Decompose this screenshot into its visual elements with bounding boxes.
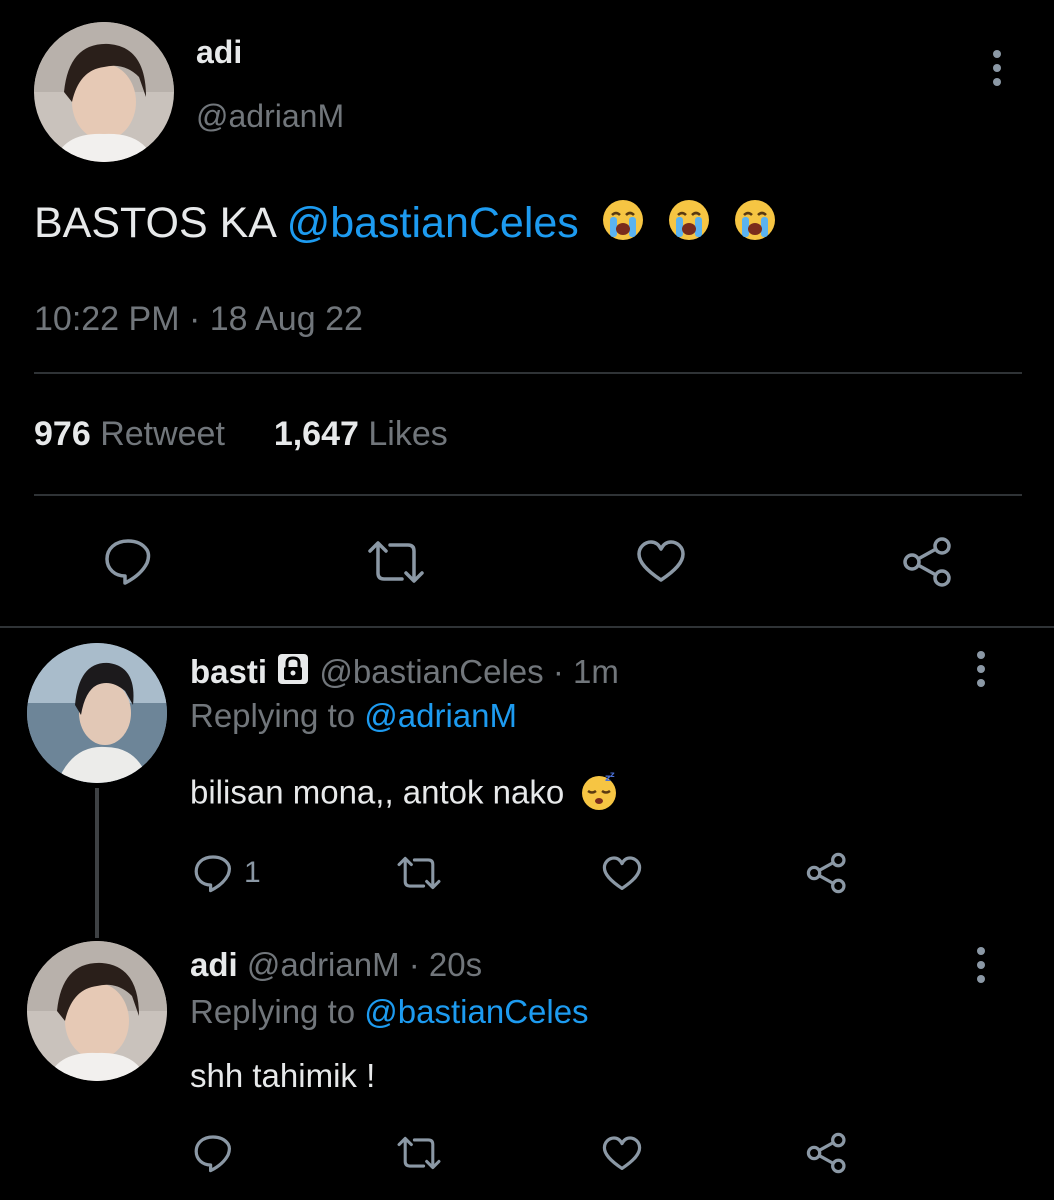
heart-icon[interactable] <box>602 1136 642 1172</box>
thread-line <box>95 788 99 938</box>
retweet-icon[interactable] <box>396 1136 442 1170</box>
like-label[interactable]: Likes <box>368 415 447 453</box>
heart-icon[interactable] <box>602 856 642 892</box>
main-display-name[interactable]: adi <box>196 34 242 71</box>
tweet-thread: adi @adrianM BASTOS KA @bastianCeles 10:… <box>0 0 1054 1200</box>
svg-text:z: z <box>610 771 615 779</box>
reply-handle[interactable]: @adrianM <box>247 946 400 983</box>
divider <box>34 372 1022 374</box>
loudly-crying-face-emoji <box>601 198 645 253</box>
main-avatar[interactable] <box>34 22 174 162</box>
main-tweet-body: BASTOS KA <box>34 198 275 247</box>
comment-icon[interactable] <box>103 537 153 585</box>
replying-to: Replying to @bastianCeles <box>190 993 589 1031</box>
more-vertical-icon[interactable] <box>972 651 990 687</box>
reply-display-name[interactable]: adi <box>190 946 238 983</box>
lock-icon <box>276 652 310 694</box>
like-count[interactable]: 1,647 <box>274 415 359 453</box>
retweet-count[interactable]: 976 <box>34 415 91 453</box>
reply-header: basti @bastianCeles · 1m <box>190 652 619 694</box>
loudly-crying-face-emoji <box>733 198 777 253</box>
reply-handle[interactable]: @bastianCeles <box>319 653 543 690</box>
loudly-crying-face-emoji <box>667 198 711 253</box>
replying-mention[interactable]: @bastianCeles <box>364 993 588 1030</box>
reply-header: adi @adrianM · 20s <box>190 946 482 984</box>
main-timestamp[interactable]: 10:22 PM · 18 Aug 22 <box>34 300 363 339</box>
replying-label: Replying to <box>190 993 356 1030</box>
share-icon[interactable] <box>806 1132 848 1174</box>
retweet-label[interactable]: Retweet <box>100 415 225 453</box>
replying-mention[interactable]: @adrianM <box>364 697 517 734</box>
reply-avatar[interactable] <box>27 941 167 1081</box>
share-icon[interactable] <box>902 536 954 588</box>
more-vertical-icon[interactable] <box>972 947 990 983</box>
engagement-stats: 976 Retweet 1,647 Likes <box>34 415 448 454</box>
main-tweet-mention[interactable]: @bastianCeles <box>287 199 579 247</box>
divider <box>0 626 1054 628</box>
share-icon[interactable] <box>806 852 848 894</box>
replying-label: Replying to <box>190 697 356 734</box>
retweet-icon[interactable] <box>366 541 426 583</box>
reply-time[interactable]: · 20s <box>409 946 482 983</box>
reply-display-name[interactable]: basti <box>190 653 267 690</box>
sleeping-face-emoji: zz <box>579 770 619 819</box>
retweet-icon[interactable] <box>396 856 442 890</box>
main-tweet-text: BASTOS KA @bastianCeles <box>34 198 777 253</box>
reply-avatar[interactable] <box>27 643 167 783</box>
comment-icon[interactable] <box>193 1133 233 1173</box>
replying-to: Replying to @adrianM <box>190 697 517 735</box>
more-vertical-icon[interactable] <box>988 50 1006 86</box>
comment-icon[interactable] <box>193 853 233 893</box>
main-handle[interactable]: @adrianM <box>196 98 344 135</box>
divider <box>34 494 1022 496</box>
reply-body: bilisan mona,, antok nako <box>190 773 565 811</box>
reply-count: 1 <box>244 856 261 889</box>
reply-time[interactable]: · 1m <box>553 653 619 690</box>
reply-body: shh tahimik ! <box>190 1057 376 1094</box>
reply-text: bilisan mona,, antok nako zz <box>190 770 619 819</box>
heart-icon[interactable] <box>636 540 686 584</box>
